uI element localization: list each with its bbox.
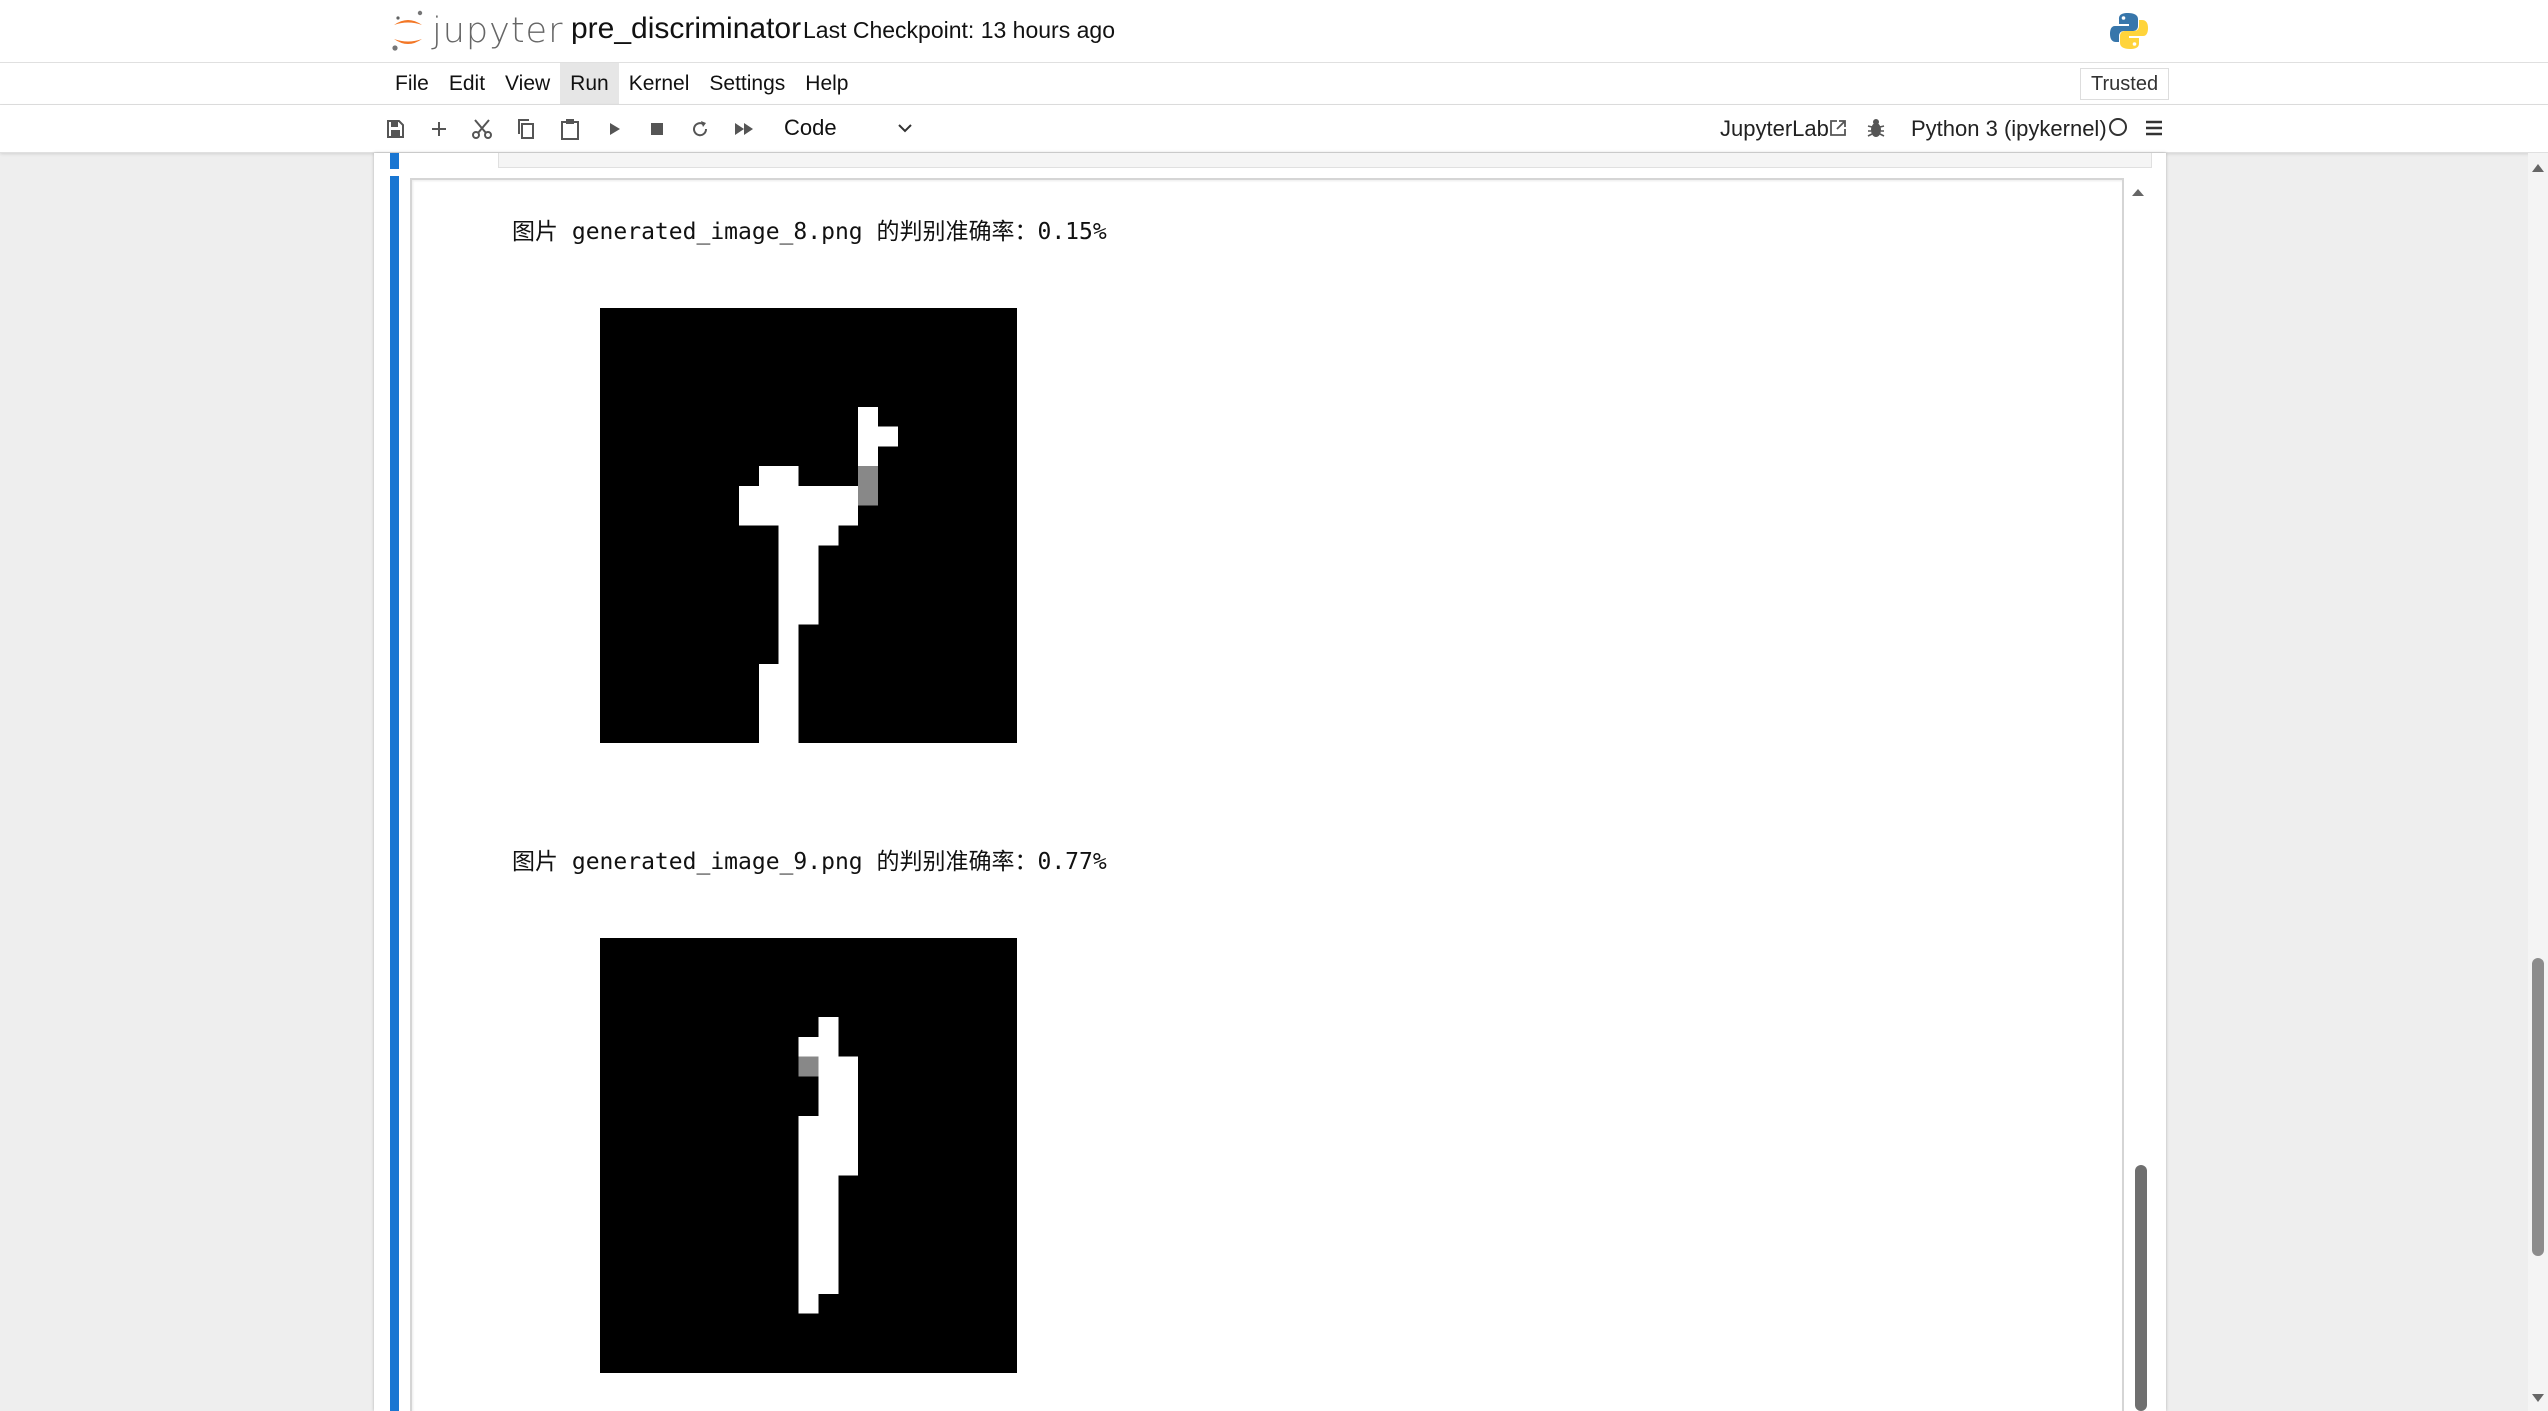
notebook-toolbar: Code JupyterLab Python 3 (ipykernel) <box>0 105 2548 153</box>
menu-view[interactable]: View <box>495 63 560 104</box>
output-image-generated-8 <box>600 308 1017 743</box>
menu-kernel[interactable]: Kernel <box>619 63 700 104</box>
jupyter-logo[interactable]: jupyter <box>390 8 563 54</box>
restart-run-all-button[interactable] <box>730 115 758 143</box>
insert-cell-button[interactable] <box>425 115 453 143</box>
menu-bar: File Edit View Run Kernel Settings Help … <box>0 63 2548 105</box>
kernel-name[interactable]: Python 3 (ipykernel) <box>1911 115 2107 143</box>
save-icon <box>387 120 404 138</box>
notebook-title[interactable]: pre_discriminator <box>571 12 801 46</box>
external-link-icon <box>1830 120 1846 136</box>
paste-icon <box>561 119 579 140</box>
copy-icon <box>518 119 534 139</box>
menu-run[interactable]: Run <box>560 63 619 104</box>
logo-text: jupyter <box>432 11 564 51</box>
cell-type-select[interactable]: Code <box>784 113 914 143</box>
hamburger-menu-icon[interactable] <box>2144 118 2164 138</box>
output-text-image-9: 图片 generated_image_9.png 的判别准确率：0.77% <box>512 849 1107 875</box>
menu-file[interactable]: File <box>385 63 439 104</box>
interrupt-button[interactable] <box>643 115 671 143</box>
kernel-status-idle-icon <box>2109 118 2127 136</box>
previous-cell-input-area[interactable] <box>498 153 2152 168</box>
paste-button[interactable] <box>556 115 584 143</box>
stop-icon <box>651 123 663 135</box>
restart-icon <box>693 121 708 137</box>
fast-forward-icon <box>735 123 753 135</box>
last-checkpoint: Last Checkpoint: 13 hours ago <box>803 17 1115 43</box>
previous-cell-collapser[interactable] <box>390 153 399 169</box>
restart-button[interactable] <box>686 115 714 143</box>
page-scroll-down-arrow-icon[interactable] <box>2531 1392 2545 1404</box>
output-text-image-8: 图片 generated_image_8.png 的判别准确率：0.15% <box>512 219 1107 245</box>
top-header: jupyter pre_discriminator Last Checkpoin… <box>0 0 2548 63</box>
page-scrollbar-thumb[interactable] <box>2532 958 2544 1256</box>
menu-edit[interactable]: Edit <box>439 63 495 104</box>
run-icon <box>610 123 620 135</box>
copy-button[interactable] <box>512 115 540 143</box>
menu-help[interactable]: Help <box>795 63 858 104</box>
python-kernel-icon <box>2110 13 2148 49</box>
output-scroll-up-arrow-icon[interactable] <box>2130 186 2146 198</box>
output-image-generated-9 <box>600 938 1017 1373</box>
cut-button[interactable] <box>468 115 496 143</box>
chevron-down-icon[interactable] <box>896 119 914 137</box>
jupyterlab-link[interactable]: JupyterLab <box>1720 115 1829 143</box>
debugger-icon[interactable] <box>1866 117 1886 139</box>
page-scroll-up-arrow-icon[interactable] <box>2531 162 2545 174</box>
cut-icon <box>472 119 492 139</box>
run-button[interactable] <box>600 115 628 143</box>
save-button[interactable] <box>381 115 409 143</box>
menu-settings[interactable]: Settings <box>699 63 795 104</box>
jupyter-logo-icon <box>392 10 423 51</box>
output-scrollbar-thumb[interactable] <box>2135 1165 2147 1411</box>
trusted-indicator[interactable]: Trusted <box>2080 68 2170 100</box>
add-icon <box>432 122 446 136</box>
active-cell-collapser[interactable] <box>390 176 399 1411</box>
